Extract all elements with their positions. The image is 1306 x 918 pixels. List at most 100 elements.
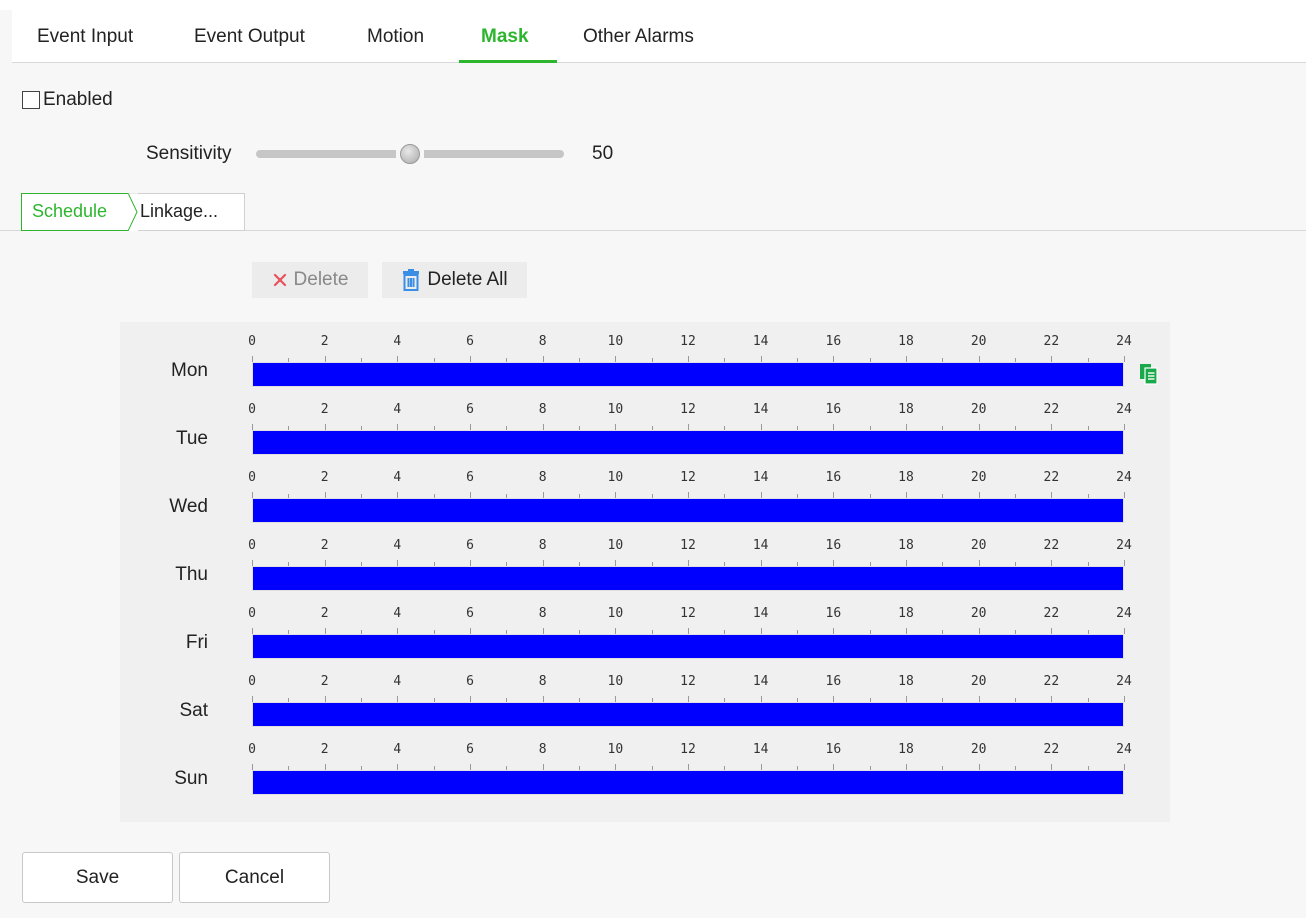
tick-label: 4: [393, 334, 402, 349]
schedule-segment[interactable]: [253, 703, 1123, 726]
schedule-segment[interactable]: [253, 363, 1123, 386]
tab-event-output[interactable]: Event Output: [194, 26, 305, 48]
delete-all-button[interactable]: Delete All: [382, 262, 527, 298]
tick-label: 16: [825, 674, 842, 689]
schedule-segment[interactable]: [253, 431, 1123, 454]
enabled-checkbox[interactable]: Enabled: [22, 89, 113, 111]
delete-button[interactable]: Delete: [252, 262, 368, 298]
tick-label: 14: [752, 334, 769, 349]
tick-label: 24: [1116, 334, 1132, 349]
day-label: Mon: [171, 360, 208, 381]
tick-label: 2: [320, 674, 329, 689]
tick-label: 8: [538, 742, 547, 757]
enabled-label: Enabled: [43, 89, 113, 110]
delete-label: Delete: [293, 269, 349, 290]
tick-label: 4: [393, 606, 402, 621]
tick-mark: [1124, 492, 1125, 498]
tick-label: 18: [898, 538, 914, 553]
schedule-bar-mon[interactable]: [252, 362, 1124, 387]
tick-label: 2: [320, 742, 329, 757]
schedule-bar-fri[interactable]: [252, 634, 1124, 659]
tick-label: 8: [538, 674, 547, 689]
tick-label: 14: [752, 742, 769, 757]
tick-label: 8: [538, 334, 547, 349]
tick-label: 2: [320, 606, 329, 621]
tick-label: 16: [825, 334, 842, 349]
tick-label: 2: [320, 470, 329, 485]
tick-label: 10: [607, 402, 624, 417]
sensitivity-slider[interactable]: [256, 144, 564, 164]
subtab-schedule[interactable]: Schedule: [21, 193, 131, 231]
schedule-bar-wed[interactable]: [252, 498, 1124, 523]
save-button[interactable]: Save: [22, 852, 173, 903]
tab-other-alarms[interactable]: Other Alarms: [583, 26, 694, 48]
tick-label: 12: [680, 538, 696, 553]
tick-label: 10: [607, 334, 624, 349]
tick-label: 24: [1116, 402, 1132, 417]
tick-label: 8: [538, 402, 547, 417]
tick-label: 8: [538, 470, 547, 485]
schedule-segment[interactable]: [253, 567, 1123, 590]
tab-motion[interactable]: Motion: [367, 26, 424, 48]
tick-label: 12: [680, 334, 696, 349]
schedule-segment[interactable]: [253, 635, 1123, 658]
time-ruler: 0 2 4 6 8 10 12 14 16 18 20 22 24: [248, 334, 1132, 362]
schedule-segment[interactable]: [253, 499, 1123, 522]
tick-label: 4: [393, 470, 402, 485]
main-tab-bar: Event Input Event Output Motion Mask Oth…: [12, 10, 1306, 63]
time-ruler: 0 2 4 6 8 10 12 14 16 18 20 22 24: [248, 606, 1132, 634]
tick-label: 0: [248, 334, 256, 349]
tick-label: 12: [680, 606, 696, 621]
tick-mark: [1124, 356, 1125, 362]
tab-event-input[interactable]: Event Input: [37, 26, 133, 48]
tick-label: 16: [825, 606, 842, 621]
tick-label: 24: [1116, 674, 1132, 689]
tick-label: 4: [393, 402, 402, 417]
schedule-row-tue: Tue 0 2 4 6 8 10 12 14 16 18 20 22 24: [120, 390, 1170, 458]
tick-label: 8: [538, 538, 547, 553]
tick-label: 10: [607, 674, 624, 689]
schedule-panel: Mon 0 2 4 6 8 10 12 14 16 18 20 22 24 Tue 0 2 4 6 8 10 12 14 16…: [120, 322, 1170, 822]
tab-mask[interactable]: Mask: [481, 26, 529, 48]
tick-label: 18: [898, 742, 914, 757]
delete-all-label: Delete All: [427, 269, 508, 290]
slider-knob[interactable]: [400, 144, 420, 164]
schedule-segment[interactable]: [253, 771, 1123, 794]
subtab-linkage[interactable]: Linkage...: [138, 193, 245, 231]
checkbox-box[interactable]: [22, 91, 40, 109]
day-label: Tue: [175, 428, 208, 449]
tick-mark: [1124, 764, 1125, 770]
tick-label: 16: [825, 538, 842, 553]
tick-label: 20: [970, 674, 987, 689]
tick-label: 12: [680, 470, 696, 485]
schedule-row-sat: Sat 0 2 4 6 8 10 12 14 16 18 20 22 24: [120, 662, 1170, 730]
time-ruler: 0 2 4 6 8 10 12 14 16 18 20 22 24: [248, 742, 1132, 770]
schedule-bar-sat[interactable]: [252, 702, 1124, 727]
tick-label: 12: [680, 742, 696, 757]
top-strip: [0, 0, 1306, 10]
tick-label: 22: [1043, 606, 1060, 621]
tick-label: 6: [466, 334, 474, 349]
copy-icon[interactable]: [1139, 363, 1159, 385]
tick-label: 4: [393, 742, 402, 757]
tick-label: 6: [466, 470, 474, 485]
schedule-bar-tue[interactable]: [252, 430, 1124, 455]
close-icon: [272, 272, 288, 288]
trash-icon: [401, 269, 421, 291]
tick-label: 4: [393, 674, 402, 689]
tick-label: 22: [1043, 538, 1060, 553]
schedule-row-thu: Thu 0 2 4 6 8 10 12 14 16 18 20 22 24: [120, 526, 1170, 594]
tick-label: 0: [248, 606, 256, 621]
day-label: Wed: [169, 496, 208, 517]
tick-label: 22: [1043, 674, 1060, 689]
tick-label: 2: [320, 538, 329, 553]
tick-mark: [1124, 696, 1125, 702]
day-label: Sat: [179, 700, 208, 721]
tick-label: 14: [752, 402, 769, 417]
schedule-bar-sun[interactable]: [252, 770, 1124, 795]
schedule-bar-thu[interactable]: [252, 566, 1124, 591]
tick-label: 22: [1043, 334, 1060, 349]
cancel-button[interactable]: Cancel: [179, 852, 330, 903]
tick-label: 0: [248, 742, 256, 757]
tick-label: 6: [466, 402, 474, 417]
